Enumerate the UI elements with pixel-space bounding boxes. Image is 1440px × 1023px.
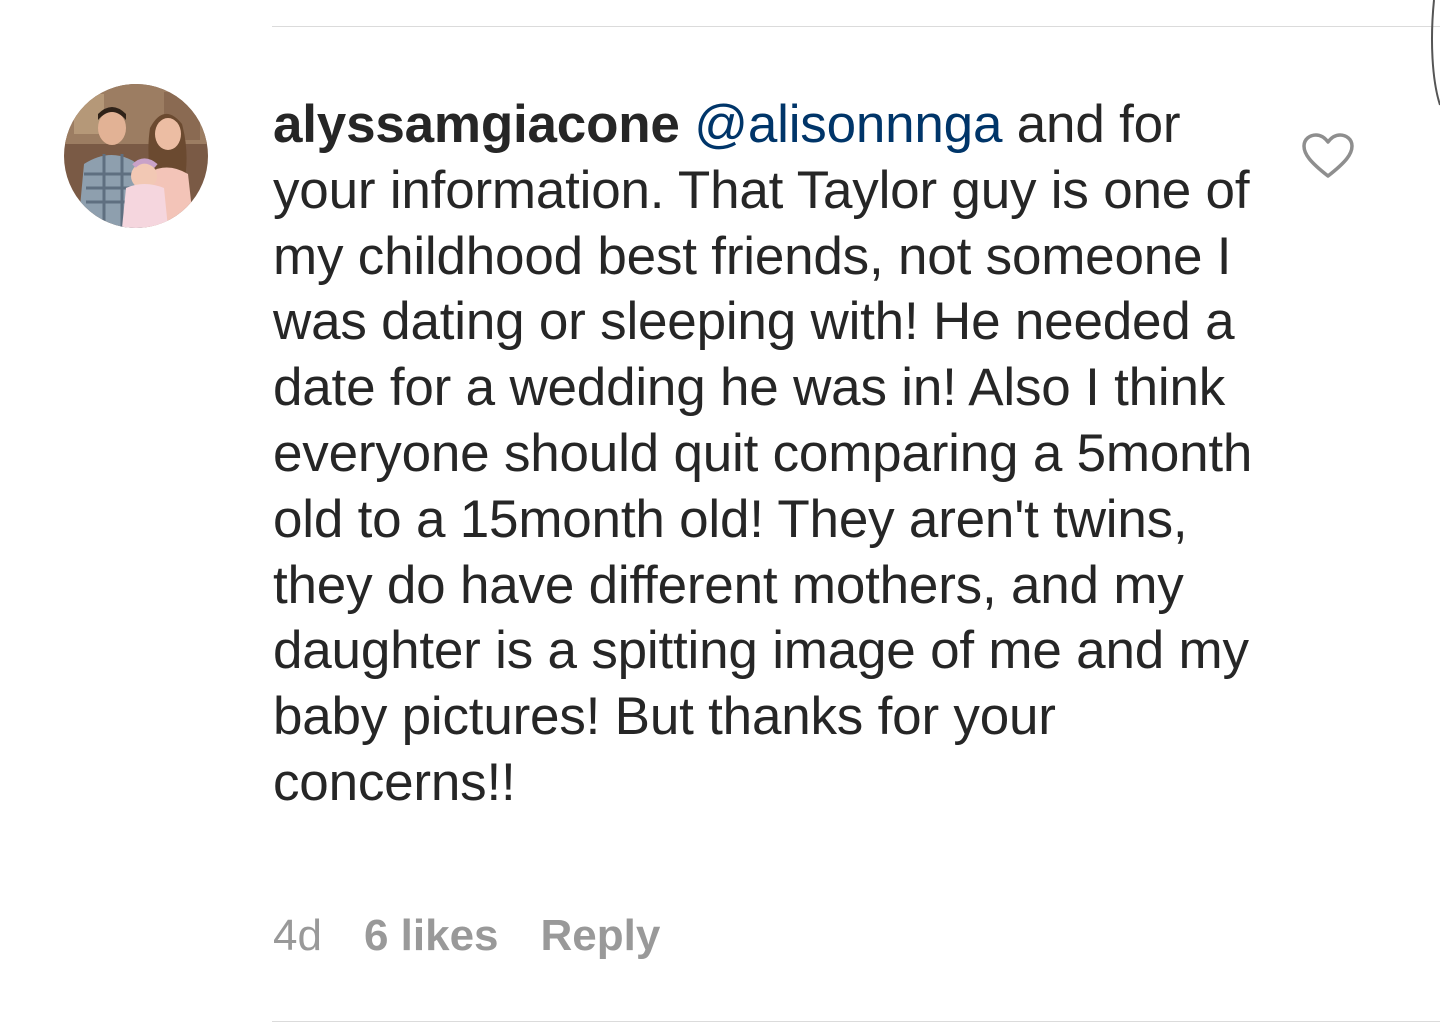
comment-body: alyssamgiacone @alisonnnga and for your … (273, 92, 1258, 816)
comment-mention[interactable]: @alisonnnga (694, 95, 1002, 154)
avatar[interactable] (64, 84, 208, 228)
profile-photo (64, 84, 208, 228)
comment-time: 4d (273, 911, 322, 960)
bottom-divider (272, 1021, 1440, 1022)
comment-likes[interactable]: 6 likes (364, 911, 499, 961)
edge-curve (1431, 0, 1440, 106)
reply-button[interactable]: Reply (541, 911, 661, 961)
comment-screen: alyssamgiacone @alisonnnga and for your … (0, 0, 1440, 1023)
top-divider (272, 26, 1440, 27)
like-button[interactable] (1300, 132, 1356, 180)
comment-username[interactable]: alyssamgiacone (273, 95, 680, 154)
comment-text: and for your information. That Taylor gu… (273, 95, 1253, 812)
heart-outline-icon (1302, 133, 1354, 178)
comment-meta: 4d 6 likes Reply (273, 908, 660, 964)
